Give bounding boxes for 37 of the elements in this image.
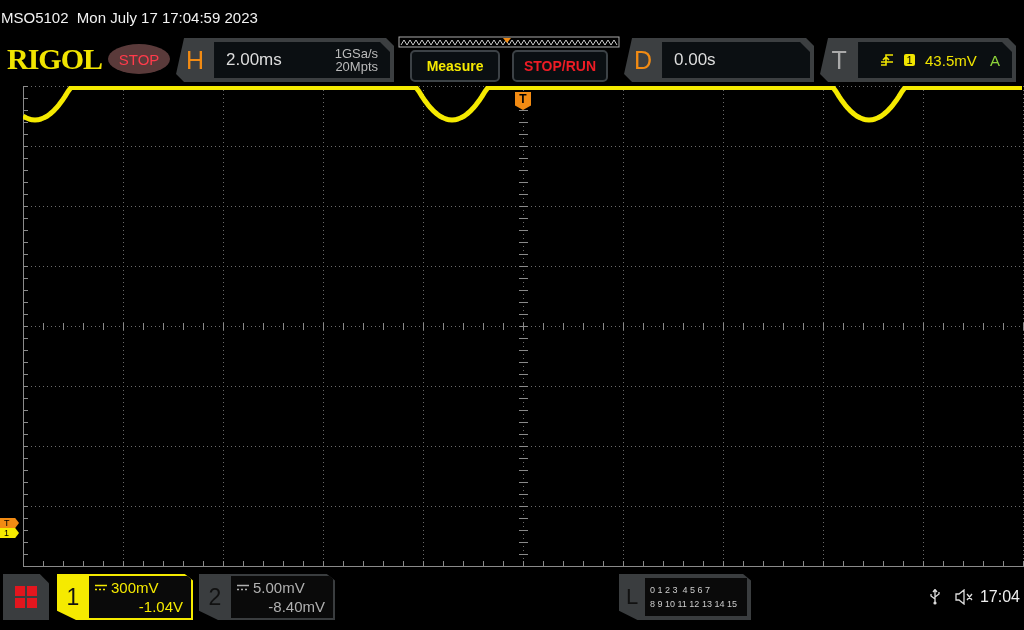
brand-logo: RIGOL <box>7 42 103 76</box>
horizontal-panel[interactable]: H 2.00ms 1GSa/s 20Mpts <box>176 38 395 82</box>
dc-coupling-icon <box>95 583 107 592</box>
panel-letter: H <box>185 45 206 75</box>
usb-icon <box>929 589 940 605</box>
dc-coupling-icon <box>237 583 249 592</box>
measure-button[interactable]: Measure <box>410 50 501 82</box>
stop-run-button[interactable]: STOP/RUN <box>512 50 609 82</box>
delay-panel[interactable]: D 0.00s <box>624 38 815 82</box>
logic-channel-numbers: 8 9 10 11 12 13 14 15 <box>650 598 738 611</box>
channel-number: 1 <box>65 582 81 612</box>
menu-button[interactable] <box>3 574 49 620</box>
memory-depth: 20Mpts <box>335 60 379 73</box>
status-line: MSO5102 Mon July 17 17:04:59 2023 <box>1 8 258 26</box>
panel-letter: T <box>830 45 848 75</box>
vertical-scale: 5.00mV <box>253 578 305 597</box>
trigger-source-tag: 1 <box>904 54 916 66</box>
trigger-level: 43.5mV <box>925 51 977 69</box>
trigger-position-marker[interactable]: T <box>515 92 531 110</box>
grid-squares-icon <box>15 586 37 608</box>
clock-time: 17:04 <box>979 588 1020 606</box>
panel-letter: D <box>633 45 654 75</box>
vertical-offset: -8.40mV <box>267 597 325 616</box>
muted-speaker-icon <box>953 589 974 605</box>
channel-offset-marker[interactable]: 1 <box>0 528 19 538</box>
trigger-level-marker[interactable]: T <box>0 518 19 528</box>
trigger-panel[interactable]: T 1 43.5mV A <box>820 38 1017 82</box>
rising-edge-icon <box>880 53 895 67</box>
vertical-scale: 300mV <box>111 578 159 597</box>
run-state-indicator: STOP <box>108 44 171 74</box>
channel-panel[interactable]: 1 300mV -1.04V <box>57 574 193 620</box>
vertical-offset: -1.04V <box>137 597 183 616</box>
trigger-mode: A <box>990 51 1001 69</box>
sample-rate: 1GSa/s <box>334 47 379 60</box>
logic-channel-numbers: 0 1 2 3 4 5 6 7 <box>650 584 712 597</box>
delay-value: 0.00s <box>674 50 716 70</box>
timebase-value: 2.00ms <box>226 50 282 70</box>
